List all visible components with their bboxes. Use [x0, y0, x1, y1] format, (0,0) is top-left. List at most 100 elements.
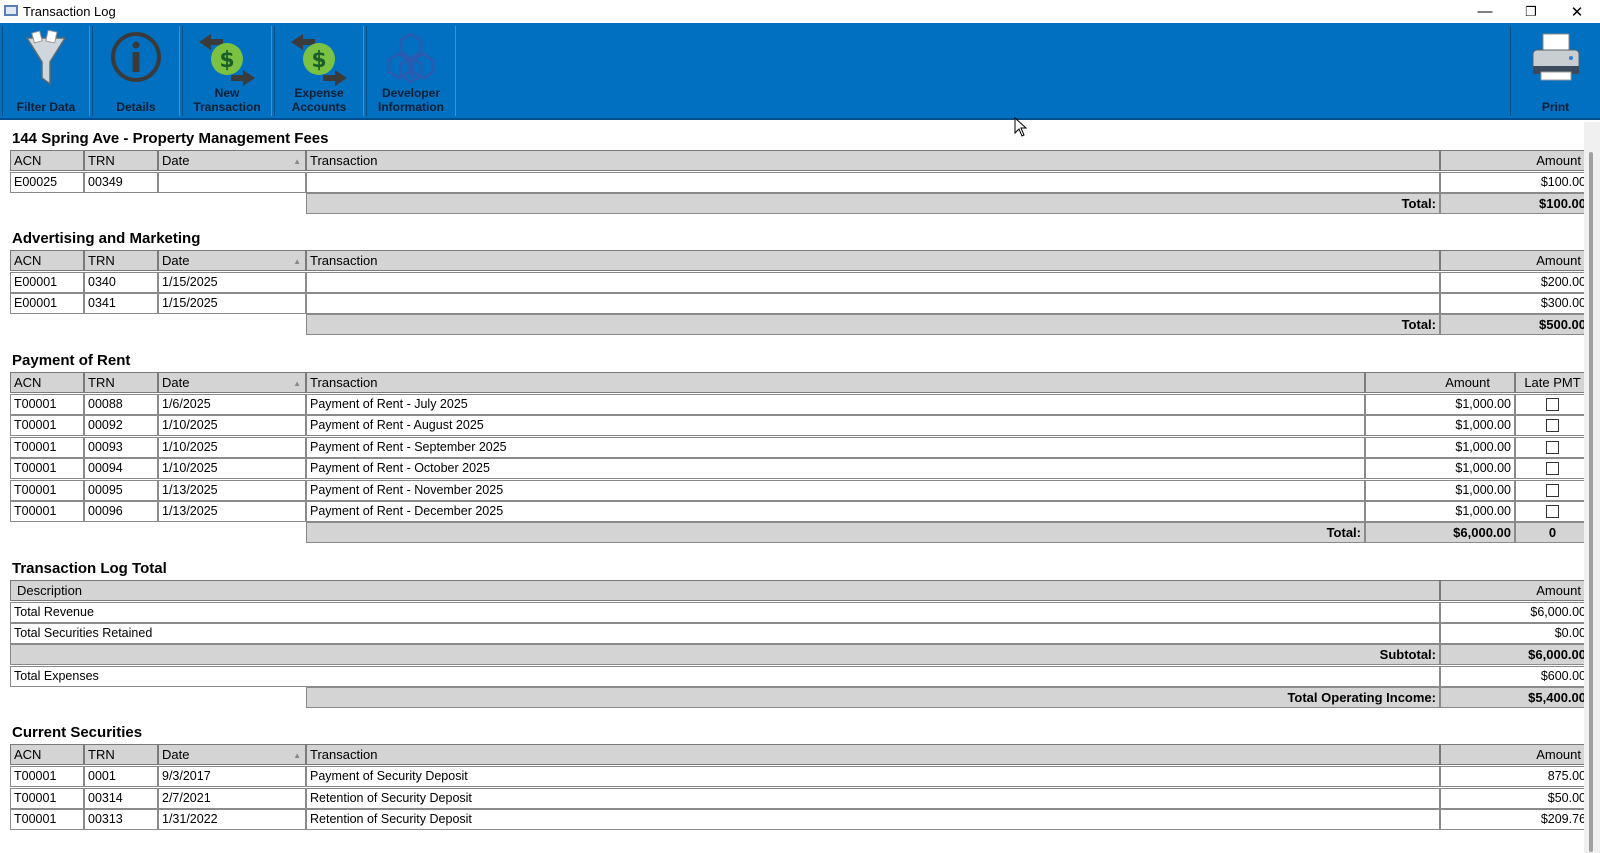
expense-accounts-button[interactable]: $ Expense Accounts [274, 26, 364, 116]
cell-acn: T00001 [10, 479, 84, 501]
mouse-cursor-icon [1014, 117, 1028, 137]
restore-button[interactable]: ❐ [1508, 0, 1554, 23]
info-icon [111, 32, 161, 82]
col-trn[interactable]: TRN [84, 250, 158, 271]
cell-transaction: Retention of Security Deposit [306, 787, 1440, 809]
col-amount[interactable]: Amount [1440, 580, 1584, 601]
new-transaction-button[interactable]: $ New Transaction [182, 26, 272, 116]
details-button[interactable]: Details [92, 26, 180, 116]
col-acn[interactable]: ACN [10, 744, 84, 765]
col-amount[interactable]: Amount [1365, 372, 1515, 393]
cell-trn: 0341 [84, 293, 158, 314]
late-pmt-checkbox[interactable] [1546, 419, 1559, 433]
close-button[interactable]: ✕ [1554, 0, 1600, 23]
cell-date: 1/10/2025 [158, 436, 306, 458]
developer-information-label: Developer Information [378, 86, 444, 114]
cell-date: 1/13/2025 [158, 479, 306, 501]
scrollbar-thumb[interactable] [1589, 152, 1593, 852]
col-transaction[interactable]: Transaction [306, 372, 1365, 393]
app-icon [4, 5, 18, 16]
cell-date: 2/7/2021 [158, 787, 306, 809]
cell-late-pmt [1515, 394, 1584, 415]
cell-trn: 00314 [84, 787, 158, 809]
col-trn[interactable]: TRN [84, 150, 158, 171]
cell-trn: 00088 [84, 394, 158, 415]
cell-trn: 00313 [84, 809, 158, 830]
cell-trn: 00095 [84, 479, 158, 501]
cell-acn: E00001 [10, 272, 84, 293]
cell-transaction: Payment of Rent - November 2025 [306, 479, 1365, 501]
col-date[interactable]: Date [158, 150, 306, 171]
cell-transaction: Payment of Rent - September 2025 [306, 436, 1365, 458]
cell-amount: $1,000.00 [1365, 458, 1515, 480]
late-pmt-checkbox[interactable] [1546, 440, 1559, 454]
cell-date: 1/15/2025 [158, 293, 306, 314]
cell-trn: 00349 [84, 172, 158, 193]
cell-acn: E00001 [10, 293, 84, 314]
cell-late-pmt [1515, 479, 1584, 501]
col-late-pmt[interactable]: Late PMT [1515, 372, 1584, 393]
col-acn[interactable]: ACN [10, 250, 84, 271]
cell-amount: $1,000.00 [1365, 415, 1515, 437]
col-trn[interactable]: TRN [84, 372, 158, 393]
operating-income-value: $5,400.00 [1440, 687, 1584, 708]
cell-transaction: Payment of Security Deposit [306, 766, 1440, 787]
toolbar: Filter Data Details $ New Transaction $ … [0, 23, 1600, 120]
cell-date: 1/6/2025 [158, 394, 306, 415]
cell-late-pmt [1515, 501, 1584, 522]
developer-information-button[interactable]: Developer Information [366, 26, 456, 116]
cell-description: Total Revenue [10, 602, 1440, 623]
col-amount[interactable]: Amount [1440, 744, 1584, 765]
print-label: Print [1541, 100, 1570, 114]
col-acn[interactable]: ACN [10, 150, 84, 171]
total-label: Total: [306, 193, 1440, 214]
cell-acn: E00025 [10, 172, 84, 193]
new-transaction-label: New Transaction [193, 86, 261, 114]
col-acn[interactable]: ACN [10, 372, 84, 393]
late-pmt-checkbox[interactable] [1546, 505, 1559, 518]
col-date[interactable]: Date [158, 744, 306, 765]
col-transaction[interactable]: Transaction [306, 250, 1440, 271]
cell-acn: T00001 [10, 458, 84, 480]
col-date[interactable]: Date [158, 372, 306, 393]
cell-transaction [306, 172, 1440, 193]
cell-acn: T00001 [10, 436, 84, 458]
col-amount[interactable]: Amount [1440, 150, 1584, 171]
funnel-icon [25, 30, 67, 86]
col-trn[interactable]: TRN [84, 744, 158, 765]
col-transaction[interactable]: Transaction [306, 150, 1440, 171]
total-label: Total: [306, 522, 1365, 543]
late-total-value: 0 [1515, 522, 1584, 543]
cell-trn: 00094 [84, 458, 158, 480]
col-amount[interactable]: Amount [1440, 250, 1584, 271]
late-pmt-checkbox[interactable] [1546, 398, 1559, 411]
cell-transaction: Payment of Rent - October 2025 [306, 458, 1365, 480]
filter-data-button[interactable]: Filter Data [2, 26, 90, 116]
cell-trn: 0001 [84, 766, 158, 787]
cell-date: 9/3/2017 [158, 766, 306, 787]
details-label: Details [116, 100, 156, 114]
cell-acn: T00001 [10, 394, 84, 415]
vertical-scrollbar[interactable] [1584, 122, 1600, 853]
cell-late-pmt [1515, 436, 1584, 458]
cell-transaction: Retention of Security Deposit [306, 809, 1440, 830]
cell-date: 1/13/2025 [158, 501, 306, 522]
cell-date: 1/10/2025 [158, 458, 306, 480]
col-date[interactable]: Date [158, 250, 306, 271]
cell-trn: 0340 [84, 272, 158, 293]
cell-amount: $1,000.00 [1365, 479, 1515, 501]
col-transaction[interactable]: Transaction [306, 744, 1440, 765]
printer-icon [1532, 33, 1579, 81]
late-pmt-checkbox[interactable] [1546, 483, 1559, 497]
cell-amount: 875.00 [1440, 766, 1584, 787]
minimize-button[interactable]: — [1462, 0, 1508, 23]
cell-description: Total Expenses [10, 666, 1440, 687]
expense-accounts-label: Expense Accounts [291, 86, 347, 114]
late-pmt-checkbox[interactable] [1546, 462, 1559, 476]
subtotal-label: Subtotal: [10, 644, 1440, 665]
col-description[interactable]: Description [10, 580, 1440, 601]
cell-trn: 00096 [84, 501, 158, 522]
section-title-advertising: Advertising and Marketing [12, 230, 201, 247]
total-value: $500.00 [1440, 314, 1584, 335]
print-button[interactable]: Print [1510, 26, 1600, 116]
